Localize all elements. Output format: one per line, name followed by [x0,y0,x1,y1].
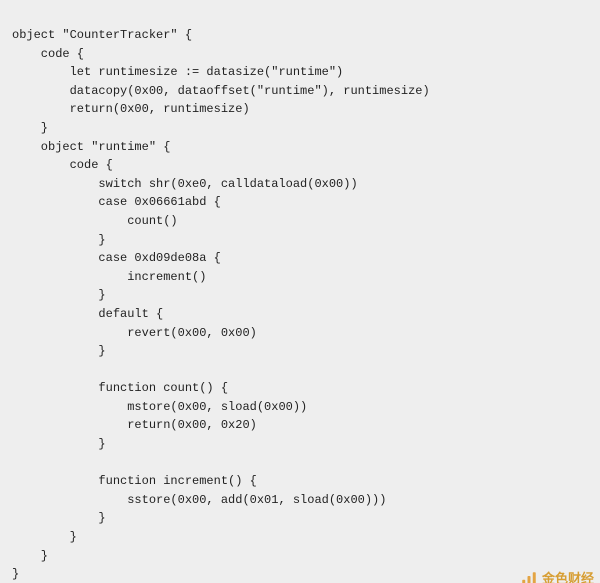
code-text: object "CounterTracker" { code { let run… [12,28,430,581]
watermark-icon [520,570,538,583]
watermark-badge: 金色财经 [520,569,594,583]
code-block: object "CounterTracker" { code { let run… [0,12,600,583]
watermark-text: 金色财经 [542,569,594,583]
